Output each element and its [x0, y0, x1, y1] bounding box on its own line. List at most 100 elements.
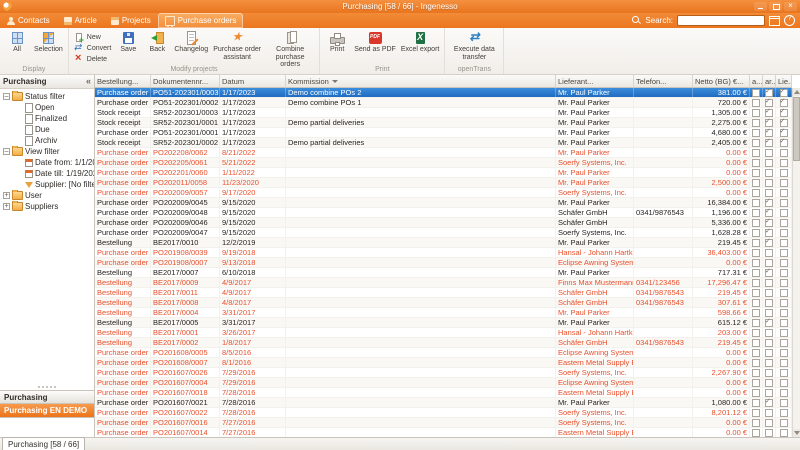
cell-checkbox-ar[interactable] [763, 288, 776, 297]
table-row[interactable]: Purchase order 51 PO51-202301/0003 1/17/… [95, 88, 792, 98]
cell-checkbox-a[interactable] [750, 308, 763, 317]
tree-item[interactable]: Finalized [0, 113, 94, 124]
purchase-order-assistant-button[interactable]: Purchase order assistant [211, 30, 263, 62]
cell-checkbox-ar[interactable] [763, 198, 776, 207]
cell-checkbox-a[interactable] [750, 248, 763, 257]
tree-item[interactable]: Supplier: [No filter] [0, 179, 94, 190]
cell-checkbox-lie[interactable] [776, 298, 792, 307]
cell-checkbox-lie[interactable] [776, 228, 792, 237]
table-row[interactable]: Purchase order ZIP PO201608/0005 8/5/201… [95, 348, 792, 358]
cell-checkbox-ar[interactable] [763, 218, 776, 227]
tree-expander-icon[interactable] [3, 93, 10, 100]
cell-checkbox-lie[interactable] [776, 268, 792, 277]
table-row[interactable]: Bestellung BE2017/0005 3/31/2017 Mr. Pau… [95, 318, 792, 328]
cell-checkbox-lie[interactable] [776, 408, 792, 417]
cell-checkbox-lie[interactable] [776, 288, 792, 297]
cell-checkbox-ar[interactable] [763, 408, 776, 417]
cell-checkbox-ar[interactable] [763, 98, 776, 107]
cell-checkbox-ar[interactable] [763, 248, 776, 257]
cell-checkbox-a[interactable] [750, 328, 763, 337]
delete-button[interactable]: Delete [72, 54, 114, 64]
cell-checkbox-a[interactable] [750, 88, 763, 97]
cell-checkbox-lie[interactable] [776, 108, 792, 117]
cell-checkbox-lie[interactable] [776, 98, 792, 107]
cell-checkbox-ar[interactable] [763, 208, 776, 217]
cell-checkbox-lie[interactable] [776, 338, 792, 347]
table-row[interactable]: Bestellung BE2017/0007 6/10/2018 Mr. Pau… [95, 268, 792, 278]
column-header-supplier[interactable]: Lieferant... [556, 75, 634, 88]
cell-checkbox-ar[interactable] [763, 258, 776, 267]
cell-checkbox-lie[interactable] [776, 178, 792, 187]
cell-checkbox-a[interactable] [750, 318, 763, 327]
cell-checkbox-a[interactable] [750, 338, 763, 347]
cell-checkbox-ar[interactable] [763, 188, 776, 197]
excel-export-button[interactable]: Excel export [399, 30, 442, 55]
cell-checkbox-ar[interactable] [763, 228, 776, 237]
column-header-date[interactable]: Datum [220, 75, 286, 88]
cell-checkbox-a[interactable] [750, 118, 763, 127]
cell-checkbox-a[interactable] [750, 368, 763, 377]
cell-checkbox-lie[interactable] [776, 358, 792, 367]
cell-checkbox-ar[interactable] [763, 168, 776, 177]
cell-checkbox-ar[interactable] [763, 238, 776, 247]
cell-checkbox-lie[interactable] [776, 348, 792, 357]
cell-checkbox-ar[interactable] [763, 298, 776, 307]
cell-checkbox-ar[interactable] [763, 178, 776, 187]
column-header-order-type[interactable]: Bestellung... [95, 75, 151, 88]
table-row[interactable]: Purchase order PO201607/0018 7/28/2016 E… [95, 388, 792, 398]
document-tab-purchasing[interactable]: Purchasing [58 / 66] [2, 437, 85, 450]
tree-item[interactable]: Archiv [0, 135, 94, 146]
cell-checkbox-a[interactable] [750, 398, 763, 407]
cell-checkbox-a[interactable] [750, 258, 763, 267]
cell-checkbox-a[interactable] [750, 428, 763, 437]
cell-checkbox-a[interactable] [750, 278, 763, 287]
table-row[interactable]: Purchase order PO202205/0061 5/21/2022 S… [95, 158, 792, 168]
minimize-button[interactable] [754, 2, 767, 11]
cell-checkbox-a[interactable] [750, 408, 763, 417]
column-header-a[interactable]: a... [750, 75, 763, 88]
cell-checkbox-lie[interactable] [776, 378, 792, 387]
tree-expander-icon[interactable] [3, 192, 10, 199]
table-row[interactable]: Bestellung BE2017/0002 1/8/2017 Schäfer … [95, 338, 792, 348]
execute-data-transfer-button[interactable]: Execute data transfer [448, 30, 500, 62]
collapse-sidebar-icon[interactable] [86, 77, 91, 86]
cell-checkbox-lie[interactable] [776, 258, 792, 267]
cell-checkbox-a[interactable] [750, 238, 763, 247]
panel-purchasing[interactable]: Purchasing [0, 390, 94, 404]
scroll-up-icon[interactable] [793, 88, 800, 96]
table-row[interactable]: Bestellung BE2017/0004 3/31/2017 Mr. Pau… [95, 308, 792, 318]
back-button[interactable]: Back [143, 30, 171, 55]
cell-checkbox-a[interactable] [750, 418, 763, 427]
cell-checkbox-ar[interactable] [763, 128, 776, 137]
panel-purchasing-en-demo[interactable]: Purchasing EN DEMO [0, 404, 94, 418]
cell-checkbox-lie[interactable] [776, 208, 792, 217]
cell-checkbox-ar[interactable] [763, 418, 776, 427]
combine-purchase-orders-button[interactable]: Combine purchase orders [264, 30, 316, 70]
table-row[interactable]: Purchase order PO202009/0045 9/15/2020 M… [95, 198, 792, 208]
table-row[interactable]: Bestellung BE2017/0010 12/2/2019 Mr. Pau… [95, 238, 792, 248]
table-row[interactable]: Purchase order PO201607/0016 7/27/2016 S… [95, 418, 792, 428]
cell-checkbox-lie[interactable] [776, 138, 792, 147]
tree-expander-icon[interactable] [3, 148, 10, 155]
cell-checkbox-lie[interactable] [776, 428, 792, 437]
cell-checkbox-a[interactable] [750, 208, 763, 217]
tree-item[interactable]: Due [0, 124, 94, 135]
save-button[interactable]: Save [114, 30, 142, 55]
cell-checkbox-lie[interactable] [776, 328, 792, 337]
table-row[interactable]: Stock receipt SR52-202301/0002 1/17/2023… [95, 138, 792, 148]
tree-item[interactable]: Status filter [0, 91, 94, 102]
table-row[interactable]: Purchase order ZIP PO201908/0007 9/13/20… [95, 258, 792, 268]
cell-checkbox-ar[interactable] [763, 108, 776, 117]
table-row[interactable]: Purchase order PO201607/0014 7/27/2016 E… [95, 428, 792, 437]
table-row[interactable]: Bestellung BE2017/0001 3/26/2017 Hansal … [95, 328, 792, 338]
cell-checkbox-ar[interactable] [763, 398, 776, 407]
cell-checkbox-lie[interactable] [776, 318, 792, 327]
cell-checkbox-lie[interactable] [776, 308, 792, 317]
show-all-button[interactable]: All [3, 30, 31, 55]
table-row[interactable]: Stock receipt SR52-202301/0003 1/17/2023… [95, 108, 792, 118]
cell-checkbox-a[interactable] [750, 198, 763, 207]
cell-checkbox-a[interactable] [750, 388, 763, 397]
table-row[interactable]: Purchase order 51 PO51-202301/0001 1/17/… [95, 128, 792, 138]
cell-checkbox-lie[interactable] [776, 368, 792, 377]
cell-checkbox-a[interactable] [750, 138, 763, 147]
